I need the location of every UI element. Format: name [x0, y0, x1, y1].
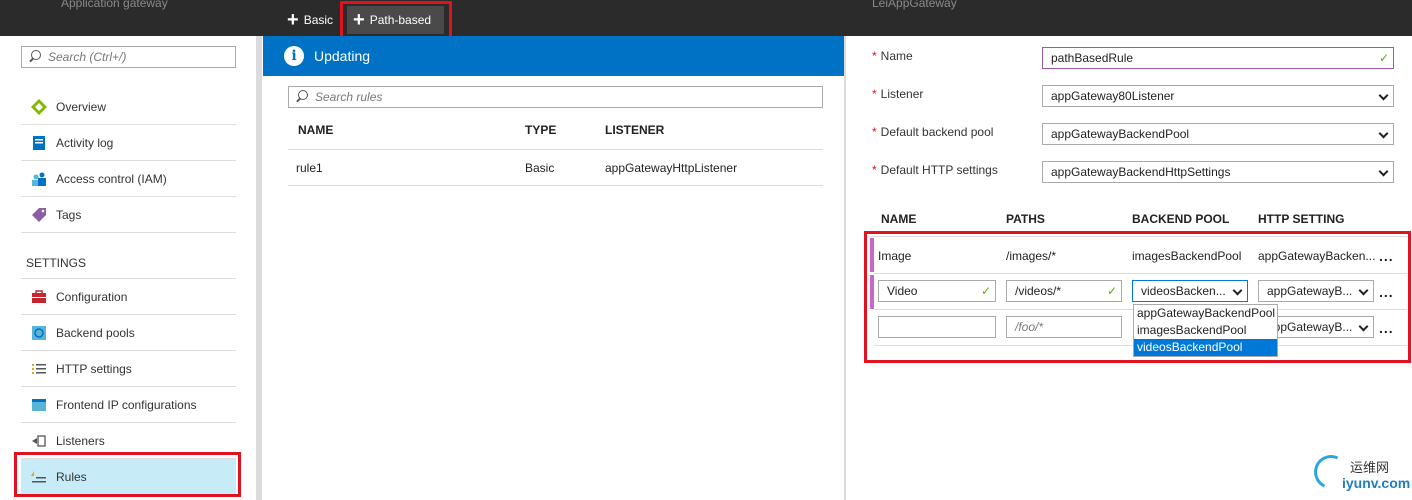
- path-column-header-name: NAME: [881, 212, 917, 226]
- rules-search-input[interactable]: Search rules: [288, 86, 823, 108]
- divider: [874, 273, 1407, 274]
- rule-name: rule1: [296, 161, 323, 175]
- check-icon: ✓: [1106, 284, 1117, 298]
- plus-icon: +: [353, 9, 365, 31]
- path-paths-input[interactable]: /videos/* ✓: [1006, 280, 1122, 302]
- sidebar-item-tags[interactable]: Tags: [21, 197, 236, 233]
- sidebar-item-backend-pools[interactable]: Backend pools: [21, 315, 236, 351]
- more-options-button[interactable]: ...: [1379, 320, 1394, 336]
- status-text: Updating: [314, 48, 371, 64]
- tag-icon: [31, 207, 47, 223]
- rule-type: Basic: [525, 161, 555, 175]
- listener-select[interactable]: appGateway80Listener: [1042, 85, 1394, 107]
- divider: [870, 236, 1407, 237]
- sidebar-item-rules[interactable]: Rules: [21, 459, 236, 495]
- chevron-down-icon: [1378, 128, 1389, 139]
- name-label: * Name: [872, 49, 913, 63]
- check-icon: ✓: [980, 284, 991, 298]
- dropdown-option[interactable]: imagesBackendPool: [1134, 322, 1277, 339]
- iam-icon: [31, 171, 47, 187]
- default-http-settings-label: * Default HTTP settings: [872, 163, 998, 177]
- watermark: 运维网 iyunv.com: [1309, 450, 1410, 495]
- path-column-header-http-setting: HTTP SETTING: [1258, 212, 1345, 226]
- path-name-input[interactable]: Video ✓: [878, 280, 996, 302]
- listener-label: * Listener: [872, 87, 924, 101]
- settings-section-label: SETTINGS: [26, 256, 87, 270]
- divider: [288, 149, 823, 150]
- chevron-down-icon: [1358, 321, 1369, 332]
- menu-search-input[interactable]: Search (Ctrl+/): [21, 46, 236, 68]
- rules-icon: [31, 469, 47, 485]
- column-header-type: TYPE: [525, 123, 557, 137]
- row-indicator: [870, 275, 874, 309]
- path-rule-paths: /images/*: [1006, 249, 1057, 263]
- plus-icon: +: [287, 9, 299, 31]
- default-backend-pool-label: * Default backend pool: [872, 125, 994, 139]
- path-rule-name: Image: [878, 249, 912, 263]
- sidebar-item-http-settings[interactable]: HTTP settings: [21, 351, 236, 387]
- list-icon: [31, 361, 47, 377]
- column-header-name: NAME: [298, 123, 334, 137]
- left-blade-title: Application gateway: [61, 0, 168, 10]
- search-icon: [28, 50, 42, 64]
- status-banner: i Updating: [263, 36, 844, 76]
- more-options-button[interactable]: ...: [1379, 248, 1394, 264]
- add-path-based-rule-button[interactable]: + Path-based: [347, 6, 444, 34]
- row-indicator: [870, 238, 874, 272]
- briefcase-icon: [31, 289, 47, 305]
- new-path-name-input[interactable]: [878, 316, 996, 338]
- sidebar-item-overview[interactable]: Overview: [21, 89, 236, 125]
- check-icon: ✓: [1378, 51, 1389, 65]
- new-path-paths-input[interactable]: /foo/*: [1006, 316, 1122, 338]
- default-http-settings-select[interactable]: appGatewayBackendHttpSettings: [1042, 161, 1394, 183]
- path-rule-setting: appGatewayBacken...: [1258, 249, 1376, 263]
- path-rule-pool: imagesBackendPool: [1132, 249, 1242, 263]
- sidebar-item-activity-log[interactable]: Activity log: [21, 125, 236, 161]
- default-backend-pool-select[interactable]: appGatewayBackendPool: [1042, 123, 1394, 145]
- chevron-down-icon: [1232, 285, 1243, 296]
- more-options-button[interactable]: ...: [1379, 284, 1394, 300]
- chevron-down-icon: [1378, 90, 1389, 101]
- listener-icon: [31, 433, 47, 449]
- path-backend-pool-select[interactable]: videosBacken...: [1132, 280, 1248, 302]
- right-blade-title: LeiAppGateway: [872, 0, 957, 10]
- divider: [288, 185, 823, 186]
- activity-log-icon: [31, 135, 47, 151]
- sidebar-item-frontend-ip[interactable]: Frontend IP configurations: [21, 387, 236, 423]
- info-icon: i: [284, 46, 304, 66]
- sidebar-item-configuration[interactable]: Configuration: [21, 279, 236, 315]
- rule-name-input[interactable]: pathBasedRule ✓: [1042, 47, 1394, 69]
- path-http-setting-select[interactable]: appGatewayB...: [1258, 280, 1374, 302]
- sidebar-item-access-control[interactable]: Access control (IAM): [21, 161, 236, 197]
- dropdown-option-selected[interactable]: videosBackendPool: [1134, 339, 1277, 356]
- dropdown-option[interactable]: appGatewayBackendPool: [1134, 305, 1277, 322]
- path-column-header-backend-pool: BACKEND POOL: [1132, 212, 1230, 226]
- backend-pool-dropdown[interactable]: appGatewayBackendPool imagesBackendPool …: [1133, 304, 1278, 357]
- frontend-ip-icon: [31, 397, 47, 413]
- backend-pool-icon: [31, 325, 47, 341]
- search-icon: [295, 90, 309, 104]
- column-header-listener: LISTENER: [605, 123, 665, 137]
- add-basic-rule-button[interactable]: + Basic: [281, 6, 339, 34]
- overview-icon: [31, 98, 47, 115]
- sidebar-item-listeners[interactable]: Listeners: [21, 423, 236, 459]
- rule-listener: appGatewayHttpListener: [605, 161, 738, 175]
- top-bar: Application gateway LeiAppGateway: [0, 0, 1412, 36]
- chevron-down-icon: [1358, 285, 1369, 296]
- path-column-header-paths: PATHS: [1006, 212, 1045, 226]
- chevron-down-icon: [1378, 166, 1389, 177]
